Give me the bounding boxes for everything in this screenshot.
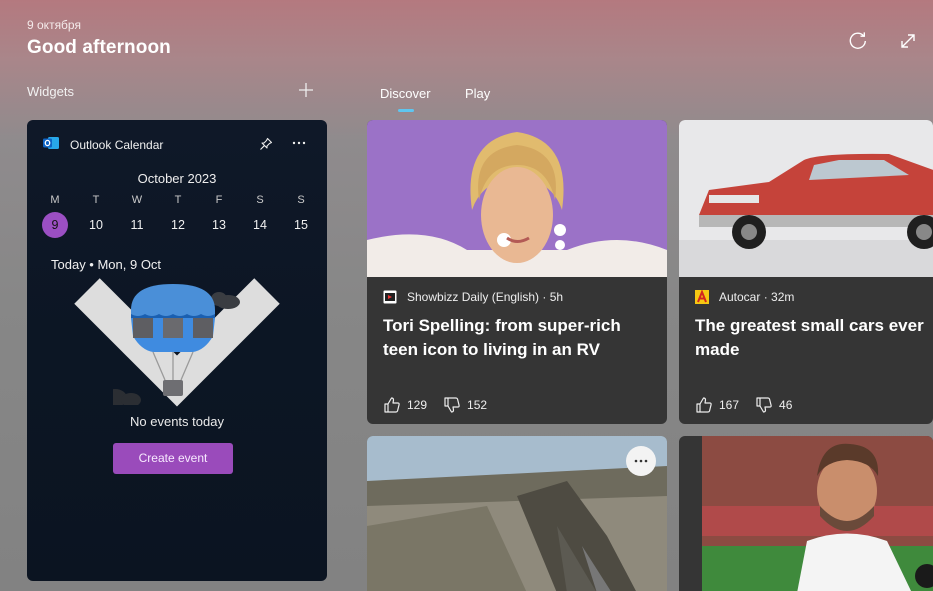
date-cell[interactable]: 14 [247,212,273,238]
more-options-button[interactable] [626,446,656,476]
like-count: 167 [719,398,740,412]
create-event-button[interactable]: Create event [113,443,233,474]
date-cell[interactable]: 10 [83,212,109,238]
no-events-message: No events today [130,414,224,429]
widgets-heading: Widgets [27,84,74,99]
greeting-header: 9 октября Good afternoon [27,18,171,59]
tab-discover[interactable]: Discover [380,86,431,101]
outlook-calendar-widget: Outlook Calendar October 2023 M T W T F … [27,120,327,581]
article-headline[interactable]: Tori Spelling: from super-rich teen icon… [383,314,653,362]
news-card[interactable] [679,436,933,591]
week-dates: 9 10 11 12 13 14 15 [42,212,314,238]
date-cell-selected[interactable]: 9 [42,212,68,238]
dislike-count: 46 [779,398,793,412]
more-options-icon[interactable] [291,136,307,150]
thumbs-up-icon[interactable] [695,396,713,414]
add-widget-icon[interactable] [298,82,314,98]
more-options-icon [634,459,648,463]
pin-icon[interactable] [259,137,273,151]
weekday-label: M [50,194,60,206]
article-source: Showbizz Daily (English) · 5h [383,290,563,304]
news-card[interactable] [367,436,667,591]
article-reactions: 129 152 [383,396,503,414]
current-date: 9 октября [27,18,81,32]
weekday-label: F [215,194,223,206]
article-reactions: 167 46 [695,396,808,414]
article-image [367,120,667,277]
thumbs-up-icon[interactable] [383,396,401,414]
widget-title: Outlook Calendar [70,138,164,152]
weekday-header: M T W T F S S [42,194,314,206]
month-label: October 2023 [137,171,217,186]
weekday-label: S [297,194,305,206]
weekday-label: T [174,194,182,206]
article-image [367,436,667,591]
source-text: Showbizz Daily (English) · 5h [407,290,564,304]
today-label: Today • Mon, 9 Oct [51,257,162,272]
tab-play[interactable]: Play [465,86,490,101]
hot-air-balloon-illustration [113,284,240,405]
outlook-icon [43,137,59,149]
thumbs-down-icon[interactable] [443,396,461,414]
weekday-label: S [256,194,264,206]
expand-icon[interactable] [897,30,919,52]
greeting-text: Good afternoon [27,37,171,58]
article-headline[interactable]: The greatest small cars ever made [695,314,930,362]
date-cell[interactable]: 11 [124,212,150,238]
thumbs-down-icon[interactable] [755,396,773,414]
source-text: Autocar · 32m [719,290,795,304]
date-cell[interactable]: 12 [165,212,191,238]
news-card[interactable]: Autocar · 32m The greatest small cars ev… [679,120,933,424]
refresh-icon[interactable] [847,30,869,52]
like-count: 129 [407,398,428,412]
autocar-logo-icon [695,290,709,304]
news-card[interactable]: Showbizz Daily (English) · 5h Tori Spell… [367,120,667,424]
weekday-label: T [92,194,100,206]
article-image [679,120,933,277]
showbizz-logo-icon [383,290,397,304]
article-image [702,436,933,591]
active-tab-indicator [398,109,414,112]
article-source: Autocar · 32m [695,290,794,304]
dislike-count: 152 [467,398,488,412]
date-cell[interactable]: 15 [288,212,314,238]
weekday-label: W [131,194,143,206]
date-cell[interactable]: 13 [206,212,232,238]
